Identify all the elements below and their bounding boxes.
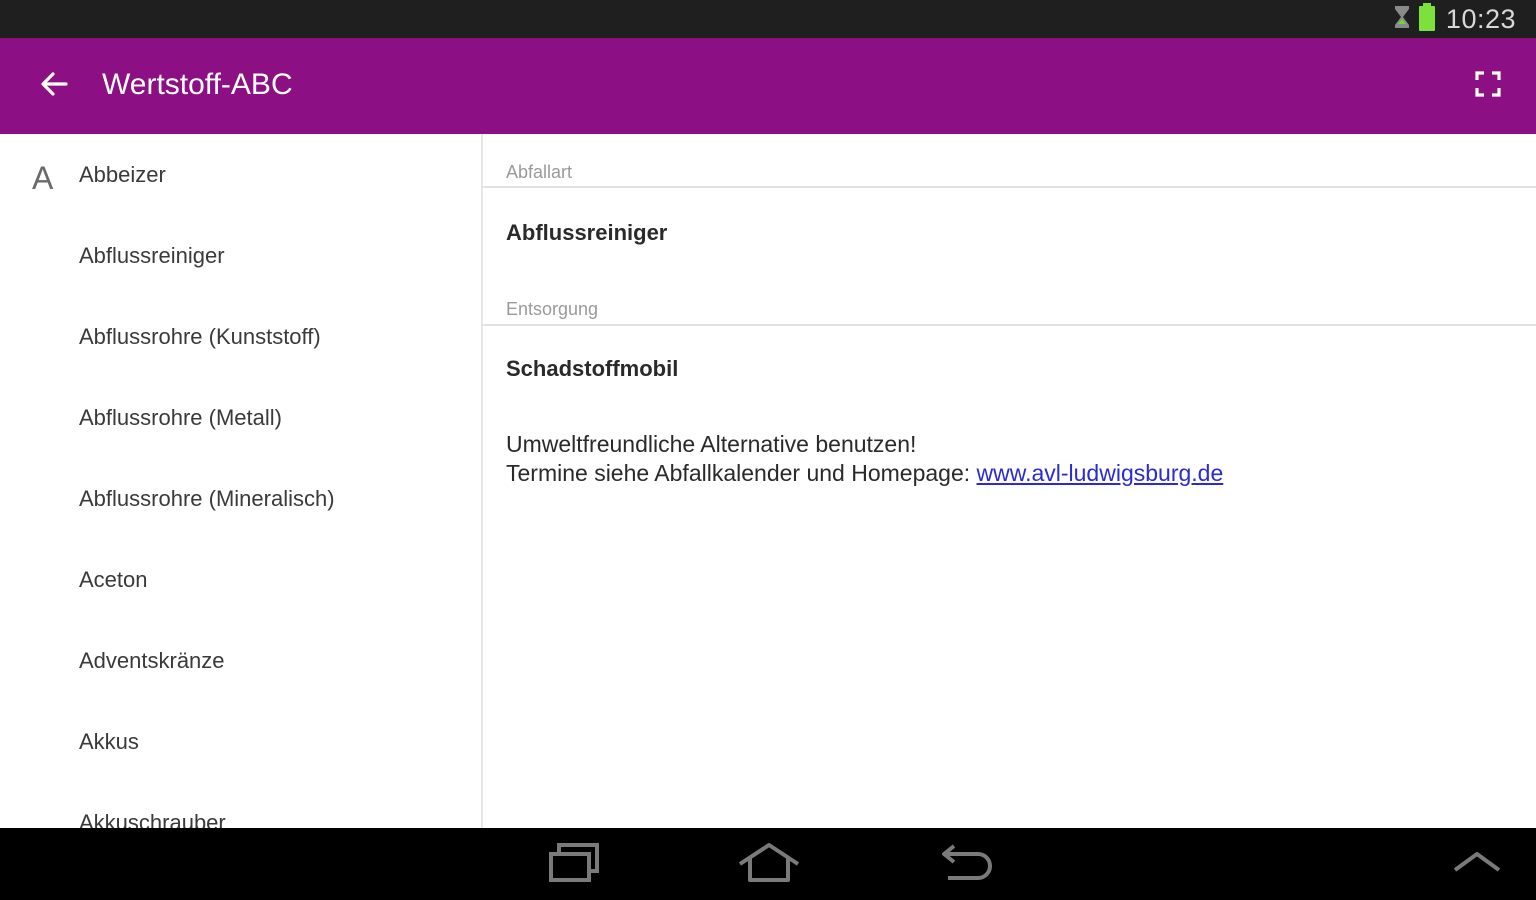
status-bar: 10:23 — [0, 0, 1536, 38]
hourglass-icon — [1392, 4, 1412, 35]
note-text: Termine siehe Abfallkalender und Homepag… — [506, 460, 977, 486]
navigation-bar — [0, 828, 1536, 900]
fullscreen-button[interactable] — [1466, 64, 1510, 108]
home-button[interactable] — [734, 842, 804, 886]
list-item[interactable]: Aceton — [79, 539, 469, 620]
list-item[interactable]: Abflussrohre (Metall) — [79, 377, 469, 458]
list-item[interactable]: Akkuschrauber — [79, 782, 469, 828]
list-item[interactable]: Abflussrohre (Mineralisch) — [79, 458, 469, 539]
page-title: Wertstoff-ABC — [102, 68, 293, 101]
list-item[interactable]: Abbeizer — [79, 134, 469, 215]
fullscreen-icon — [1475, 70, 1501, 102]
section-divider — [483, 186, 1536, 188]
list-item[interactable]: Abflussrohre (Kunststoff) — [79, 296, 469, 377]
entsorgung-value: Schadstoffmobil — [506, 356, 679, 381]
recent-apps-icon — [545, 842, 603, 887]
recent-apps-button[interactable] — [539, 842, 609, 886]
abfallart-value: Abflussreiniger — [506, 220, 668, 245]
entsorgung-header: Entsorgung — [506, 299, 599, 319]
app-bar: Wertstoff-ABC — [0, 38, 1536, 134]
note-line: Termine siehe Abfallkalender und Homepag… — [506, 459, 1223, 488]
status-icons: 10:23 — [1392, 0, 1516, 38]
abfallart-header: Abfallart — [506, 162, 573, 182]
detail-pane: Abfallart Abflussreiniger Entsorgung Sch… — [483, 134, 1536, 828]
back-icon — [934, 842, 994, 887]
list-item[interactable]: Adventskränze — [79, 620, 469, 701]
back-nav-button[interactable] — [929, 842, 999, 886]
disposal-note: Umweltfreundliche Alternative benutzen! … — [506, 430, 1223, 488]
status-time: 10:23 — [1445, 3, 1516, 34]
arrow-left-icon — [39, 70, 69, 103]
item-list: A Abbeizer Abflussreiniger Abflussrohre … — [0, 134, 481, 828]
section-letter: A — [32, 160, 54, 196]
list-item[interactable]: Akkus — [79, 701, 469, 782]
note-line: Umweltfreundliche Alternative benutzen! — [506, 431, 917, 457]
chevron-up-icon — [1451, 850, 1503, 879]
homepage-link[interactable]: www.avl-ludwigsburg.de — [977, 460, 1224, 486]
section-divider — [483, 324, 1536, 326]
list-item[interactable]: Abflussreiniger — [79, 215, 469, 296]
battery-icon — [1418, 2, 1436, 36]
back-button[interactable] — [28, 62, 80, 110]
expand-button[interactable] — [1442, 842, 1512, 886]
home-icon — [736, 842, 802, 887]
